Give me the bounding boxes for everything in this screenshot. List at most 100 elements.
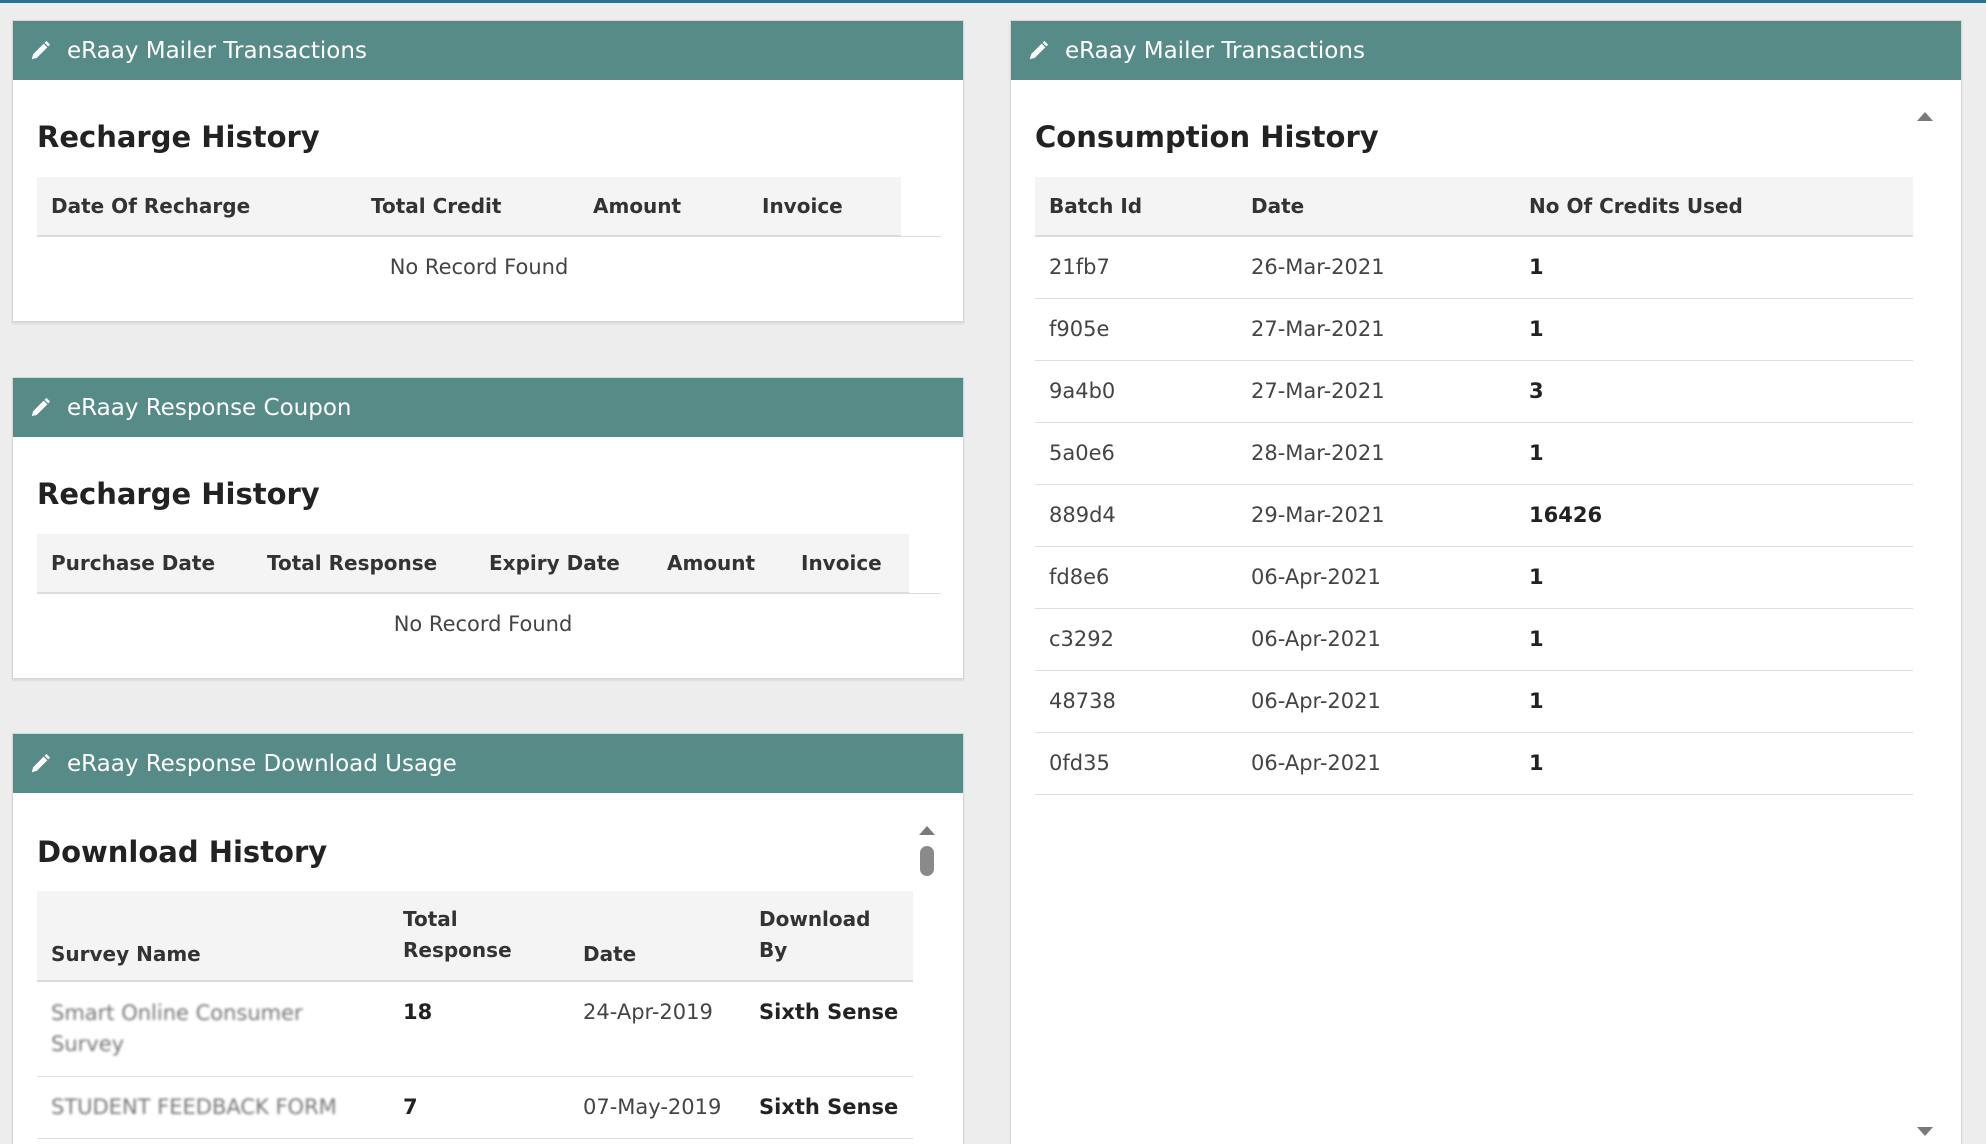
- consumption-history-table: Batch Id Date No Of Credits Used 21fb7 26…: [1035, 177, 1913, 795]
- panel-title: eRaay Mailer Transactions: [1065, 37, 1365, 64]
- panel-header: eRaay Response Download Usage: [13, 734, 963, 793]
- table-row[interactable]: 9a4b0 27-Mar-2021 3: [1035, 360, 1913, 423]
- table-header-row: Survey Name Total Response Date Download…: [37, 891, 913, 982]
- date-cell: 06-Apr-2021: [1237, 670, 1515, 733]
- date-cell: 06-Apr-2021: [1237, 546, 1515, 609]
- download-by-cell: Sixth Sense: [745, 1076, 913, 1139]
- batch-id-cell: 0fd35: [1035, 732, 1237, 795]
- column-header[interactable]: Purchase Date: [37, 534, 253, 594]
- credits-cell: 1: [1515, 732, 1913, 795]
- column-header[interactable]: Date: [569, 891, 745, 982]
- panel-title: eRaay Response Download Usage: [67, 750, 457, 777]
- scroll-down-arrow[interactable]: [1917, 1127, 1933, 1136]
- table-row[interactable]: c3292 06-Apr-2021 1: [1035, 608, 1913, 671]
- column-header[interactable]: Date: [1237, 177, 1515, 237]
- column-header-label: Total Response: [403, 907, 512, 962]
- section-title: Download History: [37, 835, 328, 869]
- survey-name: STUDENT FEEDBACK FORM: [51, 1095, 337, 1119]
- scroll-up-arrow[interactable]: [1917, 112, 1933, 121]
- section-title: Recharge History: [37, 477, 320, 511]
- column-header[interactable]: No Of Credits Used: [1515, 177, 1913, 237]
- table-row[interactable]: 0fd35 06-Apr-2021 1: [1035, 732, 1913, 795]
- column-header[interactable]: Total Response: [253, 534, 475, 594]
- coupon-recharge-table: Purchase Date Total Response Expiry Date…: [37, 534, 909, 594]
- total-response-cell: 18: [389, 981, 569, 1077]
- survey-name-cell: Smart Online Consumer Survey: [37, 981, 389, 1077]
- pencil-icon: [1029, 40, 1049, 59]
- table-row[interactable]: STUDENT FEEDBACK FORM 7 07-May-2019 Sixt…: [37, 1076, 913, 1139]
- credits-cell: 1: [1515, 236, 1913, 299]
- credits-cell: 1: [1515, 670, 1913, 733]
- credits-cell: 1: [1515, 298, 1913, 361]
- mailer-transactions-panel: eRaay Mailer Transactions Recharge Histo…: [12, 20, 964, 322]
- column-header[interactable]: Survey Name: [37, 891, 389, 982]
- credits-cell: 1: [1515, 546, 1913, 609]
- scroll-up-arrow[interactable]: [919, 826, 935, 835]
- survey-name-cell: STUDENT FEEDBACK FORM: [37, 1076, 389, 1139]
- table-row[interactable]: fd8e6 06-Apr-2021 1: [1035, 546, 1913, 609]
- batch-id-cell: f905e: [1035, 298, 1237, 361]
- table-row[interactable]: 5a0e6 28-Mar-2021 1: [1035, 422, 1913, 485]
- column-header[interactable]: Total Response: [389, 891, 569, 982]
- credits-cell: 16426: [1515, 484, 1913, 547]
- table-divider: [37, 593, 941, 594]
- date-cell: 06-Apr-2021: [1237, 608, 1515, 671]
- table-row[interactable]: 48738 06-Apr-2021 1: [1035, 670, 1913, 733]
- batch-id-cell: c3292: [1035, 608, 1237, 671]
- panel-header: eRaay Mailer Transactions: [13, 21, 963, 80]
- date-cell: 27-Mar-2021: [1237, 298, 1515, 361]
- column-header[interactable]: Amount: [653, 534, 787, 594]
- date-cell: 24-Apr-2019: [569, 981, 745, 1077]
- date-cell: 29-Mar-2021: [1237, 484, 1515, 547]
- batch-id-cell: fd8e6: [1035, 546, 1237, 609]
- column-header[interactable]: Total Credit: [357, 177, 579, 237]
- date-cell: 26-Mar-2021: [1237, 236, 1515, 299]
- batch-id-cell: 21fb7: [1035, 236, 1237, 299]
- top-accent-line: [0, 0, 1986, 3]
- credits-cell: 1: [1515, 422, 1913, 485]
- column-header[interactable]: Expiry Date: [475, 534, 653, 594]
- pencil-icon: [31, 40, 51, 59]
- date-cell: 07-May-2019: [569, 1076, 745, 1139]
- pencil-icon: [31, 753, 51, 772]
- column-header[interactable]: Date Of Recharge: [37, 177, 357, 237]
- table-row[interactable]: 889d4 29-Mar-2021 16426: [1035, 484, 1913, 547]
- credits-cell: 1: [1515, 608, 1913, 671]
- column-header[interactable]: Download By: [745, 891, 913, 982]
- column-header[interactable]: Amount: [579, 177, 748, 237]
- panel-header: eRaay Mailer Transactions: [1011, 21, 1961, 80]
- credits-cell: 3: [1515, 360, 1913, 423]
- date-cell: 27-Mar-2021: [1237, 360, 1515, 423]
- batch-id-cell: 9a4b0: [1035, 360, 1237, 423]
- download-history-table: Survey Name Total Response Date Download…: [37, 891, 913, 1139]
- panel-title: eRaay Mailer Transactions: [67, 37, 367, 64]
- survey-name: Smart Online Consumer Survey: [51, 1001, 303, 1056]
- column-header[interactable]: Invoice: [748, 177, 901, 237]
- panel-header: eRaay Response Coupon: [13, 378, 963, 437]
- empty-message: No Record Found: [389, 255, 569, 279]
- table-header-row: Date Of Recharge Total Credit Amount Inv…: [37, 177, 901, 237]
- batch-id-cell: 5a0e6: [1035, 422, 1237, 485]
- column-header[interactable]: Invoice: [787, 534, 909, 594]
- pencil-icon: [31, 397, 51, 416]
- date-cell: 28-Mar-2021: [1237, 422, 1515, 485]
- table-header-row: Purchase Date Total Response Expiry Date…: [37, 534, 909, 594]
- download-usage-panel: eRaay Response Download Usage Download H…: [12, 733, 964, 1144]
- table-divider: [37, 236, 941, 237]
- empty-message: No Record Found: [393, 612, 573, 636]
- scrollbar-thumb[interactable]: [920, 846, 934, 876]
- table-header-row: Batch Id Date No Of Credits Used: [1035, 177, 1913, 237]
- total-response-cell: 7: [389, 1076, 569, 1139]
- section-title: Recharge History: [37, 120, 320, 154]
- table-row[interactable]: Smart Online Consumer Survey 18 24-Apr-2…: [37, 981, 913, 1077]
- section-title: Consumption History: [1035, 120, 1379, 154]
- table-row[interactable]: f905e 27-Mar-2021 1: [1035, 298, 1913, 361]
- recharge-history-table: Date Of Recharge Total Credit Amount Inv…: [37, 177, 901, 237]
- consumption-history-panel: eRaay Mailer Transactions Consumption Hi…: [1010, 20, 1962, 1144]
- column-header[interactable]: Batch Id: [1035, 177, 1237, 237]
- date-cell: 06-Apr-2021: [1237, 732, 1515, 795]
- column-header-label: Download By: [759, 907, 871, 962]
- table-row[interactable]: 21fb7 26-Mar-2021 1: [1035, 236, 1913, 299]
- panel-title: eRaay Response Coupon: [67, 394, 352, 421]
- batch-id-cell: 889d4: [1035, 484, 1237, 547]
